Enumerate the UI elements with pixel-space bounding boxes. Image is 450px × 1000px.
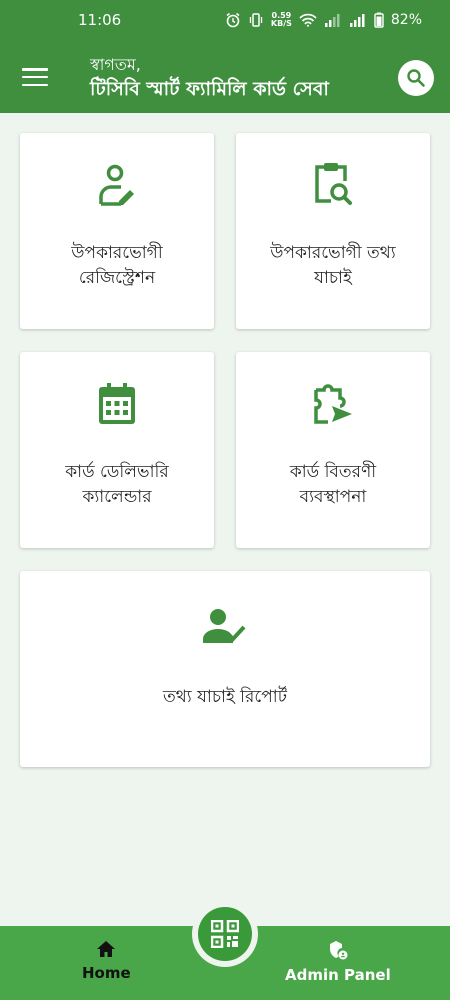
nav-admin-panel[interactable]: Admin Panel xyxy=(285,940,391,984)
menu-icon-bar xyxy=(22,83,48,86)
search-icon xyxy=(407,69,425,87)
card-beneficiary-registration[interactable]: উপকারভোগী রেজিস্ট্রেশন xyxy=(20,133,214,329)
card-label: উপকারভোগী তথ্য যাচাই xyxy=(270,243,396,288)
battery-icon xyxy=(374,12,384,28)
status-time: 11:06 xyxy=(78,11,122,29)
signal-icon-2 xyxy=(349,14,365,27)
menu-button[interactable] xyxy=(22,66,48,88)
nav-admin-label: Admin Panel xyxy=(285,966,391,984)
qr-code-icon xyxy=(211,920,239,948)
user-register-icon xyxy=(97,157,137,213)
card-label: তথ্য যাচাই রিপোর্ট xyxy=(163,687,287,707)
card-beneficiary-verification[interactable]: উপকারভোগী তথ্য যাচাই xyxy=(236,133,430,329)
app-title: টিসিবি স্মার্ট ফ্যামিলি কার্ড সেবা xyxy=(90,78,329,100)
status-bar: 11:06 0.59 KB/S 82% xyxy=(0,0,450,40)
qr-scan-button[interactable] xyxy=(192,901,258,967)
user-check-icon xyxy=(203,599,247,655)
card-verification-report[interactable]: তথ্য যাচাই রিপোর্ট xyxy=(20,571,430,767)
menu-icon-bar xyxy=(22,68,48,71)
net-speed: 0.59 KB/S xyxy=(270,11,292,28)
battery-percent: 82% xyxy=(390,12,422,28)
status-icons: 0.59 KB/S 82% xyxy=(225,12,422,28)
card-distribution-management[interactable]: কার্ড বিতরণী ব্যবস্থাপনা xyxy=(236,352,430,548)
card-label: কার্ড বিতরণী ব্যবস্থাপনা xyxy=(289,462,377,507)
search-button[interactable] xyxy=(398,60,434,96)
card-label: উপকারভোগী রেজিস্ট্রেশন xyxy=(71,243,163,288)
app-header: 11:06 0.59 KB/S 82% স্বাগতম, টিসিবি স্মা… xyxy=(0,0,450,113)
nav-home-label: Home xyxy=(82,964,131,982)
puzzle-send-icon xyxy=(310,376,356,432)
nav-home[interactable]: Home xyxy=(82,940,131,982)
qr-scan-button-inner xyxy=(198,907,252,961)
vibrate-icon xyxy=(249,13,263,27)
card-delivery-calendar[interactable]: কার্ড ডেলিভারি ক্যালেন্ডার xyxy=(20,352,214,548)
alarm-icon xyxy=(226,12,240,28)
home-icon xyxy=(97,941,116,957)
menu-icon-bar xyxy=(22,75,48,79)
card-label: কার্ড ডেলিভারি ক্যালেন্ডার xyxy=(65,462,169,507)
calendar-icon xyxy=(97,376,137,432)
admin-shield-icon xyxy=(329,941,348,960)
signal-icon xyxy=(324,14,340,27)
wifi-icon xyxy=(299,13,317,27)
clipboard-search-icon xyxy=(311,157,355,213)
